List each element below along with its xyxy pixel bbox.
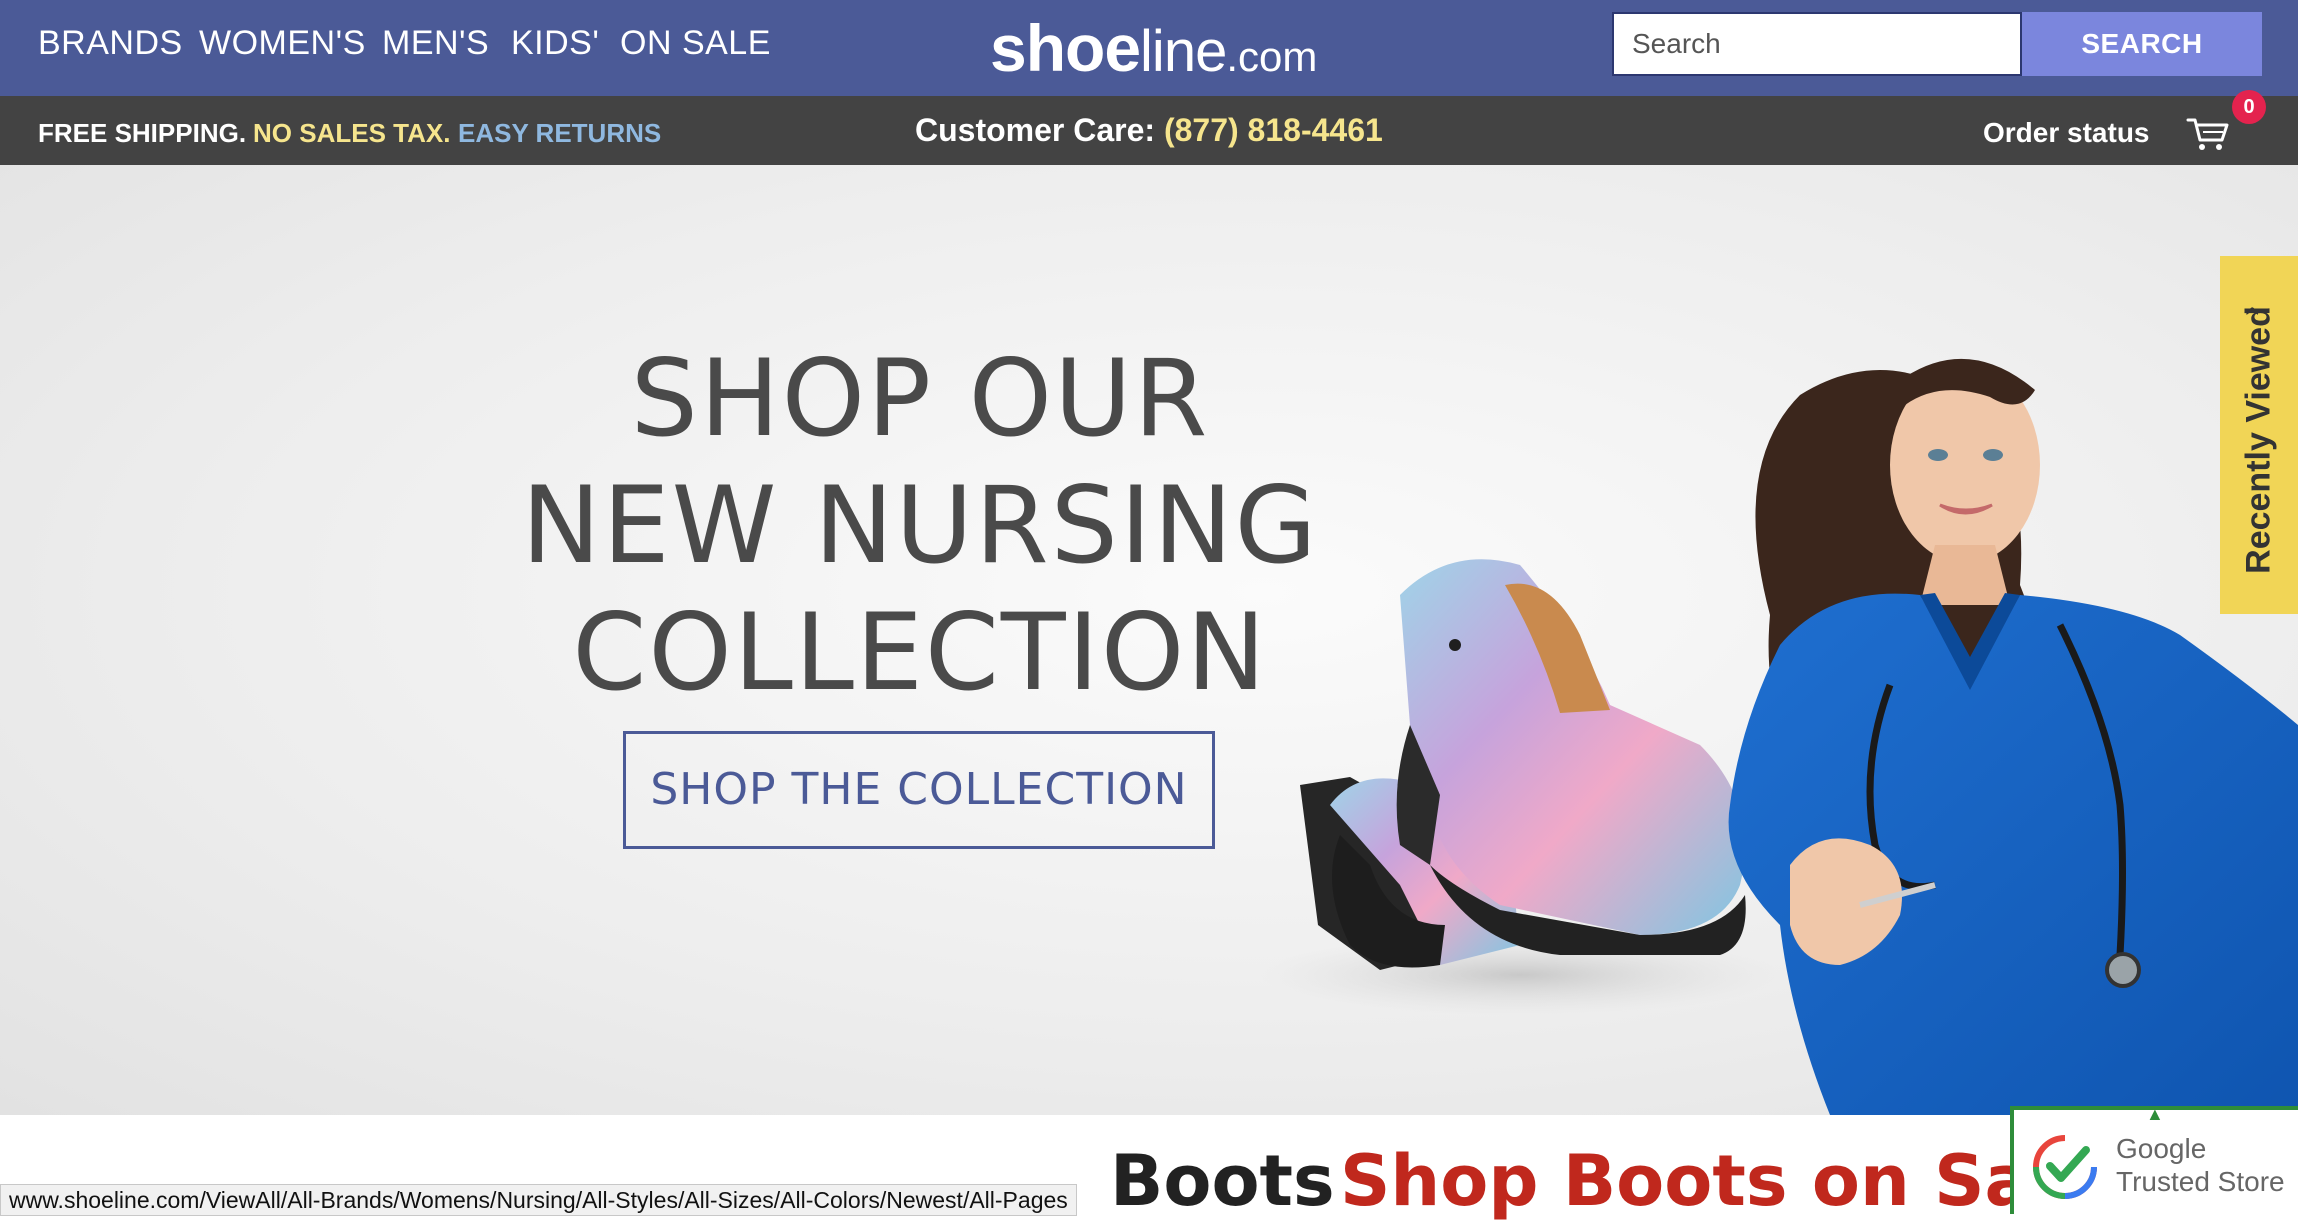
customer-care-phone[interactable]: (877) 818-4461 [1164, 112, 1383, 148]
order-status-link[interactable]: Order status [1983, 117, 2150, 149]
hero-banner[interactable]: SHOP OUR NEW NURSING COLLECTION SHOP THE… [0, 165, 2298, 1115]
checkmark-shield-icon [2033, 1135, 2097, 1199]
logo-tld-text: .com [1226, 33, 1318, 80]
badge-chevron-up-icon[interactable]: ▲ [2146, 1104, 2164, 1125]
recently-viewed-label[interactable]: Recently Viewed [2240, 306, 2279, 574]
customer-care-label: Customer Care: [915, 112, 1156, 148]
shop-collection-button[interactable]: SHOP THE COLLECTION [623, 731, 1215, 849]
site-logo[interactable]: shoeline.com [990, 10, 1317, 86]
hero-headline-line-3: COLLECTION [572, 591, 1268, 714]
status-bar-url: www.shoeline.com/ViewAll/All-Brands/Wome… [0, 1184, 1077, 1216]
nav-kids[interactable]: KIDS' [511, 24, 599, 63]
logo-light-text: line [1140, 19, 1227, 84]
free-shipping-text: FREE SHIPPING. [38, 118, 247, 148]
search-button[interactable]: SEARCH [2022, 12, 2262, 76]
search-input[interactable] [1612, 12, 2022, 76]
nav-mens[interactable]: MEN'S [382, 24, 489, 63]
cart-count-badge: 0 [2232, 90, 2266, 124]
hero-headline: SHOP OUR NEW NURSING COLLECTION [440, 335, 1400, 716]
hero-headline-line-2: NEW NURSING [521, 464, 1319, 587]
shop-boots-on-sale-link[interactable]: Shop Boots on Sale [1340, 1140, 2103, 1222]
section-heading-boots: Boots [1110, 1140, 1335, 1222]
nav-brands[interactable]: BRANDS [38, 24, 183, 63]
no-sales-tax-text: NO SALES TAX. [253, 118, 451, 148]
nav-on-sale[interactable]: ON SALE [620, 24, 771, 63]
google-badge-line-2: Trusted Store [2116, 1166, 2285, 1197]
logo-bold-text: shoe [990, 11, 1141, 85]
hero-headline-line-1: SHOP OUR [630, 337, 1210, 460]
easy-returns-link[interactable]: EASY RETURNS [458, 118, 661, 149]
shopping-cart-icon[interactable] [2186, 114, 2230, 152]
nav-womens[interactable]: WOMEN'S [199, 24, 366, 63]
customer-care: Customer Care: (877) 818-4461 [915, 112, 1383, 149]
google-badge-line-1: Google [2116, 1133, 2207, 1164]
